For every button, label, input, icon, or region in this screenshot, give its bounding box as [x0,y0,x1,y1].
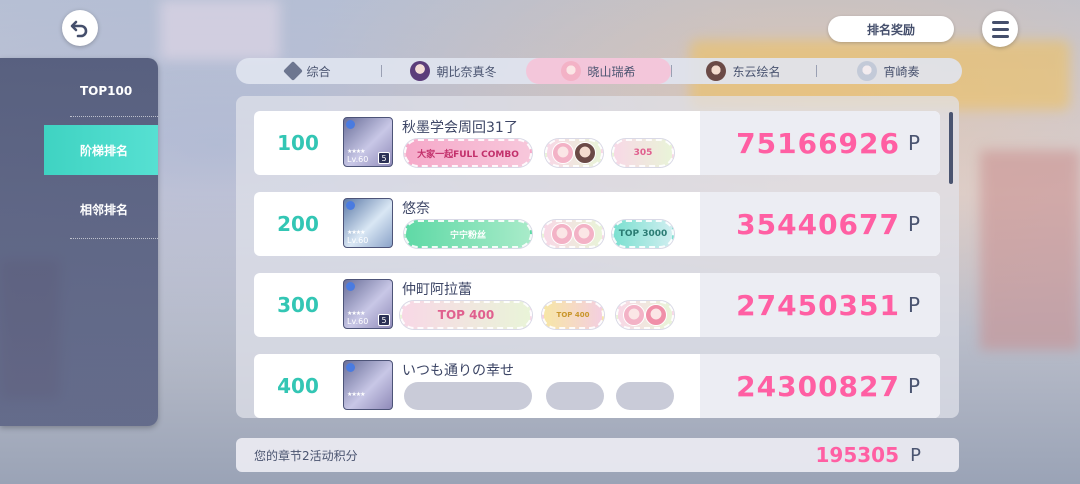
honor-badge [404,382,532,410]
back-arrow-icon [70,20,88,38]
player-card: ★★★★ Lv.60 5 [343,279,393,329]
character-tabs: 综合 朝比奈真冬 晓山瑞希 东云绘名 宵崎奏 [236,58,962,84]
ranking-list[interactable]: 100 ★★★★ Lv.60 5 秋墨学会周回31了 大家一起FULL COMB… [236,96,959,418]
tab-kanade[interactable]: 宵崎奏 [816,58,961,84]
character-avatar [857,61,878,81]
back-button[interactable] [62,10,98,46]
table-row[interactable]: 100 ★★★★ Lv.60 5 秋墨学会周回31了 大家一起FULL COMB… [254,111,940,175]
player-card: ★★★★ Lv.60 5 [343,117,393,167]
ranking-reward-button[interactable]: 排名奖励 [828,16,954,42]
sidebar-item-nearby[interactable]: 相邻排名 [0,184,158,234]
star-icon: ★★★★ [347,310,365,317]
tab-mizuki[interactable]: 晓山瑞希 [526,58,671,84]
tab-label: 朝比奈真冬 [436,64,497,79]
attribute-icon [346,363,355,372]
rank-number: 200 [277,212,319,236]
honor-badge: TOP 3000 [612,220,674,248]
tab-ena[interactable]: 东云绘名 [671,58,816,84]
honor-badge: 宁宁粉丝 [404,220,532,248]
honor-badge [616,382,674,410]
star-icon: ★★★★ [347,148,365,155]
honor-badge [542,220,604,248]
tab-label: 宵崎奏 [883,64,920,79]
attribute-icon [346,120,355,129]
honor-badge: 305 [612,139,674,167]
player-name: 仲町阿拉蕾 [402,282,472,298]
tab-label: 东云绘名 [732,64,781,79]
rank-number: 100 [277,131,319,155]
event-score: 75166926 [736,126,900,160]
score-unit: P [907,293,920,317]
honor-badge: TOP 400 [400,301,532,329]
star-icon: ★★★★ [347,229,365,236]
score-unit: P [910,444,921,466]
character-avatar [561,61,582,81]
table-row[interactable]: 200 ★★★★ Lv.60 悠奈 宁宁粉丝 TOP 3000 35440677… [254,192,940,256]
list-scrollbar[interactable] [949,112,953,184]
character-avatar [706,61,727,81]
my-score-value: 195305 [815,443,900,467]
sidebar-item-ladder[interactable]: 阶梯排名 [44,125,158,175]
star-icon: ★★★★ [347,391,365,398]
tab-label: 晓山瑞希 [587,64,636,79]
character-avatar [410,61,431,81]
player-name: 秋墨学会周回31了 [402,120,518,136]
honor-badge: TOP 400 [542,301,604,329]
table-row[interactable]: 400 ★★★★ いつも通りの幸せ 24300827 P [254,354,940,418]
player-name: 悠奈 [402,201,430,217]
my-score-bar: 您的章节2活动积分 195305 P [236,438,959,472]
table-row[interactable]: 300 ★★★★ Lv.60 5 仲町阿拉蕾 TOP 400 TOP 400 2… [254,273,940,337]
tab-overall[interactable]: 综合 [236,58,381,84]
event-score: 24300827 [736,369,900,403]
score-unit: P [907,374,920,398]
honor-badge [616,301,674,329]
event-score: 35440677 [736,207,900,241]
menu-button[interactable] [982,11,1018,47]
player-name: いつも通りの幸せ [402,363,514,379]
sidebar-item-top100[interactable]: TOP100 [0,66,158,116]
attribute-icon [346,201,355,210]
diamond-icon [283,61,304,81]
score-unit: P [907,131,920,155]
player-card: ★★★★ [343,360,393,410]
background-shelf [980,150,1080,350]
event-score: 27450351 [736,288,900,322]
attribute-icon [346,282,355,291]
rank-number: 400 [277,374,319,398]
hamburger-menu-icon [991,20,1009,24]
player-card: ★★★★ Lv.60 [343,198,393,248]
tab-mafuyu[interactable]: 朝比奈真冬 [381,58,526,84]
honor-badge: 大家一起FULL COMBO [404,139,532,167]
rank-number: 300 [277,293,319,317]
score-unit: P [907,212,920,236]
my-score-label: 您的章节2活动积分 [254,448,358,463]
tab-label: 综合 [306,64,331,79]
background-poster [160,0,280,60]
honor-badge [545,139,603,167]
honor-badge [546,382,604,410]
ranking-sidebar: TOP100 阶梯排名 相邻排名 [0,58,158,426]
